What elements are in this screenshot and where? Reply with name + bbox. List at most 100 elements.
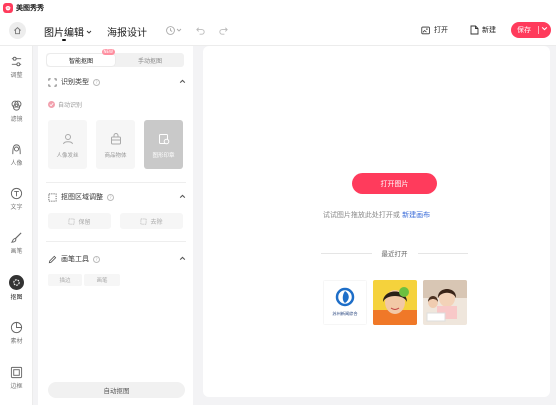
type-card-label: 图形印章 [152,153,175,159]
history-dropdown[interactable] [175,23,183,37]
help-icon[interactable]: ? [107,193,114,201]
open-button[interactable]: 打开 [421,23,448,37]
type-card-graphic[interactable]: 图形印章 [144,120,183,169]
brush-tools-title: 画笔工具 [61,255,89,263]
app-window: 美图秀秀 图片编辑 海报设计 打开 新建 保存 调整 滤镜 人像 文字 画笔 抠… [0,0,556,405]
tab-smart-cutout[interactable]: 智能抠图 NEW [47,49,115,66]
recognize-type-header[interactable]: 识别类型 ? [48,76,186,88]
brush-icon [10,232,22,243]
type-card-label: 商品物体 [104,153,127,159]
nav-label: 抠图 [10,294,23,301]
new-button[interactable]: 新建 [470,23,496,37]
filter-icon [11,100,22,111]
recent-thumb-3[interactable] [423,280,467,325]
brush-size-option[interactable]: 描边 [48,274,82,286]
nav-item-adjust[interactable]: 调整 [0,55,33,79]
news-logo-image: 苏州新闻综合 [323,280,367,325]
nav-item-portrait[interactable]: 人像 [0,143,33,167]
tab-image-edit[interactable]: 图片编辑 [44,24,92,41]
auto-detect-label: 自动识别 [58,102,83,109]
new-label: 新建 [482,26,496,34]
nav-label: 调整 [10,72,23,79]
keep-icon [68,217,76,225]
tab-poster-design[interactable]: 海报设计 [107,24,147,39]
left-nav: 调整 滤镜 人像 文字 画笔 抠图 素材 边框 [0,46,33,405]
nav-label: 画笔 [10,248,23,255]
frame-icon [10,366,23,379]
undo-icon [195,26,205,35]
chevron-down-icon[interactable] [541,25,548,32]
open-label: 打开 [434,26,448,34]
history-icon [165,25,175,35]
chevron-up-icon[interactable] [179,193,186,200]
keep-button[interactable]: 保留 [48,213,111,229]
auto-cutout-button[interactable]: 自动抠图 [48,382,185,398]
sliders-icon [11,56,22,67]
new-canvas-link[interactable]: 新建画布 [402,211,430,219]
new-badge: NEW [101,49,115,55]
help-icon[interactable]: ? [93,78,100,86]
redo-icon [218,26,228,35]
section-divider [46,241,186,242]
person-icon [62,134,73,145]
keep-label: 保留 [78,218,91,226]
thumb-caption: 苏州新闻综合 [332,310,358,317]
region-adjust-title: 抠图区域调整 [61,193,103,201]
chevron-down-icon [176,28,182,32]
tab-image-edit-label: 图片编辑 [44,28,84,39]
recent-thumb-2[interactable] [373,280,417,325]
app-logo-icon [3,2,13,13]
type-card-portrait[interactable]: 人像发丝 [48,120,87,169]
nav-label: 人像 [10,160,23,167]
divider-line [417,252,468,254]
drop-hint: 试试图片拖放此处打开或 新建画布 [203,210,550,220]
chevron-up-icon[interactable] [179,255,186,262]
nav-label: 文字 [10,204,23,211]
chevron-down-icon [86,30,92,34]
cutout-icon [9,275,24,290]
section-divider [46,182,186,183]
cutout-mode-switch: 智能抠图 NEW 手动抠图 [46,49,184,67]
pencil-icon [48,255,57,263]
recognize-type-title: 识别类型 [61,78,89,86]
undo-button[interactable] [193,23,207,37]
tab-manual-cutout[interactable]: 手动抠图 [116,53,184,67]
recent-title: 最近打开 [381,250,408,258]
region-adjust-header[interactable]: 抠图区域调整 ? [48,191,186,203]
redo-button[interactable] [216,23,230,37]
open-image-button[interactable]: 打开图片 [352,173,437,194]
nav-item-filter[interactable]: 滤镜 [0,99,33,123]
brush-tools-header[interactable]: 画笔工具 ? [48,253,186,265]
chevron-up-icon[interactable] [179,78,186,85]
type-card-product[interactable]: 商品物体 [96,120,135,169]
erase-icon [140,217,148,225]
portrait-icon [12,144,21,155]
sticker-icon [10,321,23,334]
auto-detect-option[interactable]: 自动识别 [48,100,82,109]
check-icon [48,101,55,108]
nav-label: 边框 [10,383,23,390]
tab-manual-cutout-label: 手动抠图 [137,57,162,65]
save-divider [538,26,539,34]
brush-opacity-option[interactable]: 画笔 [84,274,120,286]
nav-item-frame[interactable]: 边框 [0,366,33,390]
nav-item-brush[interactable]: 画笔 [0,231,33,255]
top-toolbar: 图片编辑 海报设计 打开 新建 保存 [0,15,556,46]
save-button[interactable]: 保存 [511,22,551,38]
erase-button[interactable]: 去除 [120,213,183,229]
active-tab-indicator [62,39,66,41]
home-button[interactable] [9,22,26,39]
region-icon [48,192,57,202]
tab-smart-cutout-label: 智能抠图 [68,57,93,65]
drop-hint-text: 试试图片拖放此处打开或 [322,211,400,219]
nav-item-cutout[interactable]: 抠图 [0,275,33,301]
stamp-icon [158,134,169,145]
canvas-area: 打开图片 试试图片拖放此处打开或 新建画布 最近打开 苏州新闻综合 [203,46,550,397]
nav-item-text[interactable]: 文字 [0,187,33,211]
erase-label: 去除 [150,218,163,226]
reading-photo-image [423,280,467,325]
nav-item-sticker[interactable]: 素材 [0,321,33,345]
help-icon[interactable]: ? [93,255,100,263]
text-icon [10,187,23,200]
recent-thumb-1[interactable]: 苏州新闻综合 [323,280,367,325]
